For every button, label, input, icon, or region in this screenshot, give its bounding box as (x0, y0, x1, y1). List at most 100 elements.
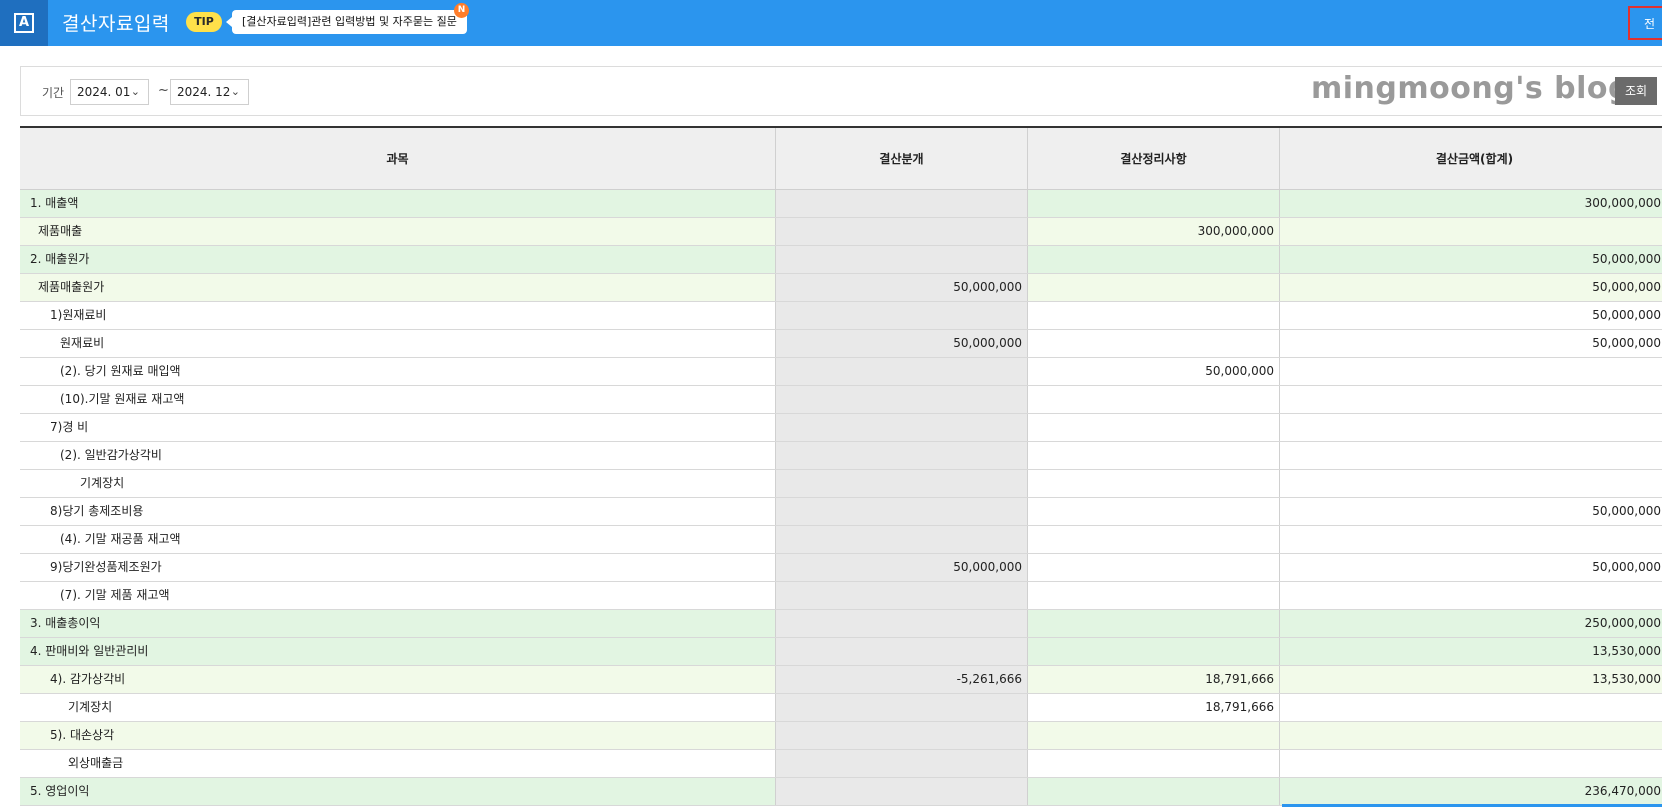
row-total-cell[interactable]: 50,000,000 (1280, 302, 1662, 329)
row-journal-cell[interactable] (776, 190, 1028, 217)
row-total-cell[interactable]: 300,000,000 (1280, 190, 1662, 217)
table-row[interactable]: 3. 매출총이익 250,000,000 (20, 610, 1662, 638)
row-journal-cell[interactable] (776, 610, 1028, 637)
row-journal-cell[interactable] (776, 386, 1028, 413)
row-journal-cell[interactable] (776, 246, 1028, 273)
table-row[interactable]: 9)당기완성품제조원가 50,000,000 50,000,000 (20, 554, 1662, 582)
row-adjustment-cell[interactable] (1028, 330, 1280, 357)
row-total-cell[interactable] (1280, 694, 1662, 721)
row-adjustment-cell[interactable] (1028, 722, 1280, 749)
column-header-item: 과목 (20, 128, 776, 189)
row-journal-cell[interactable] (776, 442, 1028, 469)
row-adjustment-cell[interactable] (1028, 554, 1280, 581)
row-journal-cell[interactable]: 50,000,000 (776, 554, 1028, 581)
start-period-select[interactable]: 2024. 01 ⌄ (70, 79, 149, 105)
row-adjustment-cell[interactable]: 300,000,000 (1028, 218, 1280, 245)
row-journal-cell[interactable] (776, 582, 1028, 609)
row-adjustment-cell[interactable] (1028, 638, 1280, 665)
row-total-cell[interactable]: 50,000,000 (1280, 498, 1662, 525)
table-row[interactable]: 7)경 비 (20, 414, 1662, 442)
row-adjustment-cell[interactable] (1028, 246, 1280, 273)
row-total-cell[interactable] (1280, 218, 1662, 245)
row-adjustment-cell[interactable] (1028, 190, 1280, 217)
row-journal-cell[interactable] (776, 498, 1028, 525)
table-row[interactable]: 기계장치 (20, 470, 1662, 498)
row-total-cell[interactable] (1280, 582, 1662, 609)
row-adjustment-cell[interactable] (1028, 582, 1280, 609)
row-journal-cell[interactable]: -5,261,666 (776, 666, 1028, 693)
row-adjustment-cell[interactable] (1028, 610, 1280, 637)
table-row[interactable]: (4). 기말 재공품 재고액 (20, 526, 1662, 554)
table-row[interactable]: (2). 당기 원재료 매입액 50,000,000 (20, 358, 1662, 386)
row-journal-cell[interactable]: 50,000,000 (776, 330, 1028, 357)
table-row[interactable]: 외상매출금 (20, 750, 1662, 778)
row-adjustment-cell[interactable] (1028, 778, 1280, 805)
corner-action-label: 전 (1644, 17, 1656, 31)
row-total-cell[interactable]: 250,000,000 (1280, 610, 1662, 637)
table-row[interactable]: 1. 매출액 300,000,000 (20, 190, 1662, 218)
row-total-cell[interactable]: 13,530,000 (1280, 638, 1662, 665)
table-row[interactable]: 제품매출 300,000,000 (20, 218, 1662, 246)
row-journal-cell[interactable] (776, 778, 1028, 805)
row-journal-cell[interactable] (776, 358, 1028, 385)
tip-badge[interactable]: TIP (186, 12, 222, 32)
table-row[interactable]: 4). 감가상각비 -5,261,666 18,791,666 13,530,000 (20, 666, 1662, 694)
tip-link[interactable]: [결산자료입력]관련 입력방법 및 자주묻는 질문 (226, 10, 467, 34)
table-row[interactable]: 2. 매출원가 50,000,000 (20, 246, 1662, 274)
table-row[interactable]: 1)원재료비 50,000,000 (20, 302, 1662, 330)
row-total-cell[interactable] (1280, 750, 1662, 777)
row-total-cell[interactable]: 50,000,000 (1280, 246, 1662, 273)
row-adjustment-cell[interactable] (1028, 750, 1280, 777)
row-adjustment-cell[interactable]: 50,000,000 (1028, 358, 1280, 385)
table-row[interactable]: 4. 판매비와 일반관리비 13,530,000 (20, 638, 1662, 666)
row-total-cell[interactable] (1280, 442, 1662, 469)
row-total-cell[interactable]: 50,000,000 (1280, 554, 1662, 581)
row-adjustment-cell[interactable]: 18,791,666 (1028, 666, 1280, 693)
row-adjustment-cell[interactable] (1028, 526, 1280, 553)
table-row[interactable]: 8)당기 총제조비용 50,000,000 (20, 498, 1662, 526)
row-total-cell[interactable]: 50,000,000 (1280, 330, 1662, 357)
row-journal-cell[interactable] (776, 750, 1028, 777)
row-adjustment-cell[interactable] (1028, 274, 1280, 301)
row-adjustment-cell[interactable]: 18,791,666 (1028, 694, 1280, 721)
row-adjustment-cell[interactable] (1028, 386, 1280, 413)
table-row[interactable]: 기계장치 18,791,666 (20, 694, 1662, 722)
table-row[interactable]: 5. 영업이익 236,470,000 (20, 778, 1662, 806)
row-total-cell[interactable] (1280, 470, 1662, 497)
row-adjustment-cell[interactable] (1028, 414, 1280, 441)
row-item-cell: 7)경 비 (20, 414, 776, 441)
row-total-cell[interactable]: 13,530,000 (1280, 666, 1662, 693)
row-item-cell: 4. 판매비와 일반관리비 (20, 638, 776, 665)
row-adjustment-cell[interactable] (1028, 470, 1280, 497)
row-journal-cell[interactable]: 50,000,000 (776, 274, 1028, 301)
row-total-cell[interactable] (1280, 358, 1662, 385)
row-adjustment-cell[interactable] (1028, 442, 1280, 469)
app-logo[interactable]: A (0, 0, 48, 46)
table-row[interactable]: (10).기말 원재료 재고액 (20, 386, 1662, 414)
table-row[interactable]: 원재료비 50,000,000 50,000,000 (20, 330, 1662, 358)
row-journal-cell[interactable] (776, 470, 1028, 497)
row-journal-cell[interactable] (776, 722, 1028, 749)
end-period-select[interactable]: 2024. 12 ⌄ (170, 79, 249, 105)
row-journal-cell[interactable] (776, 414, 1028, 441)
row-total-cell[interactable]: 236,470,000 (1280, 778, 1662, 805)
row-total-cell[interactable] (1280, 386, 1662, 413)
row-total-cell[interactable] (1280, 414, 1662, 441)
row-item-cell: 2. 매출원가 (20, 246, 776, 273)
row-total-cell[interactable] (1280, 722, 1662, 749)
row-total-cell[interactable]: 50,000,000 (1280, 274, 1662, 301)
row-adjustment-cell[interactable] (1028, 302, 1280, 329)
table-row[interactable]: 5). 대손상각 (20, 722, 1662, 750)
row-adjustment-cell[interactable] (1028, 498, 1280, 525)
row-total-cell[interactable] (1280, 526, 1662, 553)
table-row[interactable]: (2). 일반감가상각비 (20, 442, 1662, 470)
table-row[interactable]: (7). 기말 제품 재고액 (20, 582, 1662, 610)
row-journal-cell[interactable] (776, 694, 1028, 721)
corner-action-button[interactable]: 전 (1628, 6, 1662, 40)
row-journal-cell[interactable] (776, 302, 1028, 329)
row-journal-cell[interactable] (776, 526, 1028, 553)
row-journal-cell[interactable] (776, 218, 1028, 245)
table-row[interactable]: 제품매출원가 50,000,000 50,000,000 (20, 274, 1662, 302)
query-button[interactable]: 조회 (1615, 77, 1657, 105)
row-journal-cell[interactable] (776, 638, 1028, 665)
